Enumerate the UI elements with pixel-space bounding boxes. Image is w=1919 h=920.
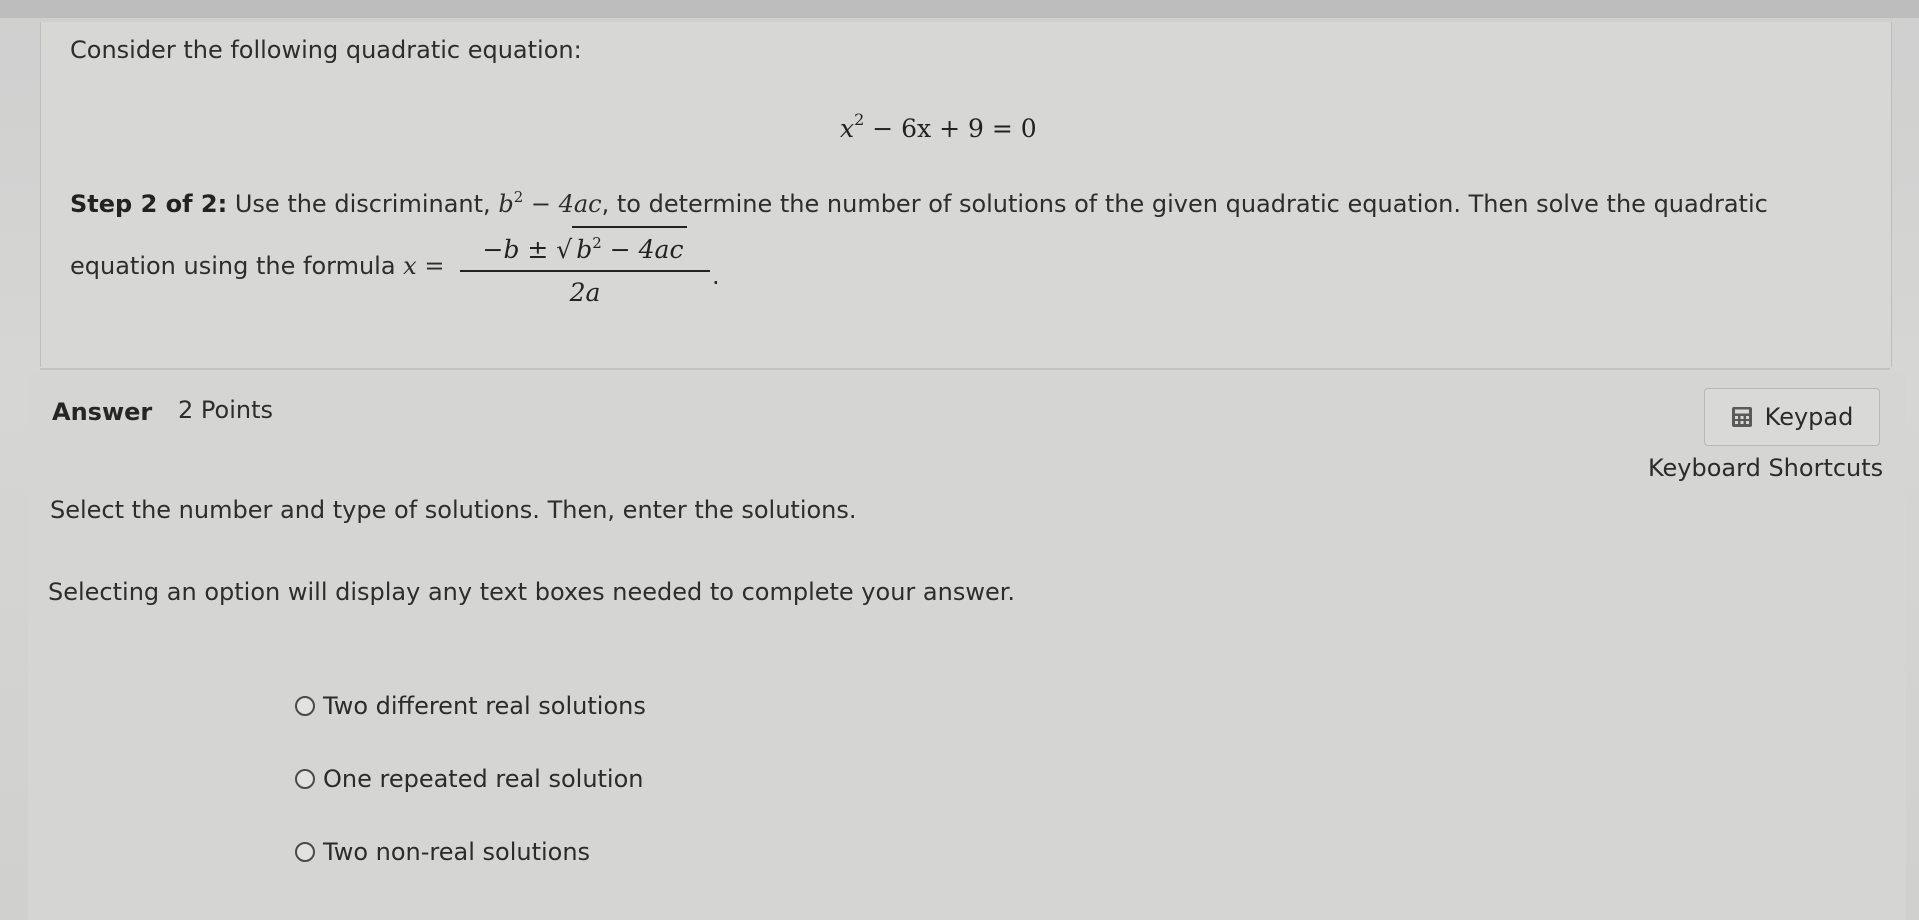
formula-numerator: −b ± √ b2 − 4ac [460,226,710,264]
option-label: One repeated real solution [323,765,644,793]
radio-circle-icon[interactable] [295,696,315,716]
quadratic-equation: x2 − 6x + 9 = 0 [840,110,1037,143]
option-one-repeated-real[interactable]: One repeated real solution [295,765,644,793]
option-label: Two different real solutions [323,692,646,720]
numerator-prefix: −b ± √ [482,235,573,264]
quadratic-formula-fraction: −b ± √ b2 − 4ac 2a [460,226,710,307]
keyboard-shortcuts-link[interactable]: Keyboard Shortcuts [1648,454,1883,482]
formula-period: . [712,262,720,290]
formula-line: equation using the formula x = [70,252,444,280]
radicand-exponent: 2 [592,234,602,252]
section-divider [40,368,1890,370]
step-text-before: Use the discriminant, [227,190,499,218]
fraction-bar [460,270,710,272]
equation-exponent: 2 [854,110,865,129]
discriminant-rest: − 4ac [523,190,602,218]
keypad-label: Keypad [1764,403,1854,431]
radicand-rest: − 4ac [601,235,684,264]
equation-rest: − 6x + 9 = 0 [864,114,1037,143]
page: Consider the following quadratic equatio… [0,0,1919,920]
step-label: Step 2 of 2: [70,190,228,218]
discriminant-exponent: 2 [513,188,524,206]
discriminant-expression: b2 − 4ac [498,188,602,218]
question-prompt: Consider the following quadratic equatio… [70,36,582,64]
radio-circle-icon[interactable] [295,769,315,789]
answer-instruction: Select the number and type of solutions.… [50,496,857,524]
sqrt-radicand: b2 − 4ac [572,226,688,265]
calculator-icon [1731,406,1753,428]
formula-denominator: 2a [569,278,601,307]
option-two-non-real[interactable]: Two non-real solutions [295,838,590,866]
formula-lhs: x = [403,252,445,280]
top-strip [0,0,1919,18]
option-label: Two non-real solutions [323,838,591,866]
keypad-button[interactable]: Keypad [1704,388,1880,446]
radicand-b: b [576,235,593,264]
formula-text: equation using the formula [70,252,404,280]
answer-hint: Selecting an option will display any tex… [48,578,1016,606]
points-label: 2 Points [178,396,273,424]
answer-label: Answer [52,398,153,426]
option-two-different-real[interactable]: Two different real solutions [295,692,646,720]
equation-variable: x [840,114,855,143]
step-text-after: , to determine the number of solutions o… [601,190,1768,218]
step-instruction: Step 2 of 2: Use the discriminant, b2 − … [70,188,1768,218]
discriminant-b: b [498,190,514,218]
radio-circle-icon[interactable] [295,842,315,862]
